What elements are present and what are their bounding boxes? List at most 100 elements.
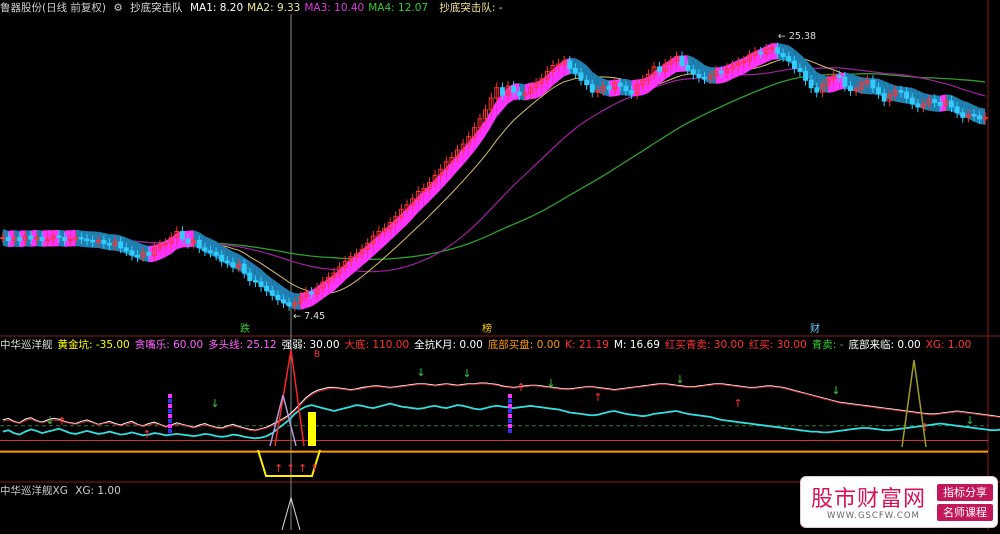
ribbon-segment (614, 78, 621, 97)
buy-arrow: ↑ (516, 381, 525, 394)
ribbon-segment (53, 229, 59, 247)
candle-body (617, 82, 623, 87)
bowl-arrow: ↑ (298, 462, 307, 475)
candle-body (836, 75, 842, 78)
candle-body (629, 90, 634, 95)
candle-body (904, 91, 909, 99)
indicator-name[interactable]: 抄底突击队 (130, 2, 183, 14)
indicator-panel: B↑ ↑ ↑ ↑↑↑↑↑ ↑↑↓↓↓ ↓↓ ↓↓↓ (0, 349, 1000, 477)
candle-body (578, 72, 584, 81)
candle-body (718, 70, 724, 74)
chart-stage: ← 25.38 ← 7.45 跌榜财 B ↑ ↑ ↑ ↑ ↑ ↑ ↑ ↑ ↑ ↑ ↓ ↓ ↓ ↓ ↓ ↓ ↓ ↓ 鲁器股… (0, 0, 1000, 531)
candle-body (241, 263, 247, 274)
stock-name[interactable]: 鲁器股份(日线 前复权) (0, 2, 106, 14)
ribbon-segment (766, 43, 772, 63)
ribbon-segment (704, 65, 711, 84)
xg-value: XG: 1.00 (75, 485, 121, 497)
watermark-title: 股市财富网 (811, 487, 927, 512)
signal-bar-yellow (308, 412, 316, 446)
ribbon-segment (474, 127, 480, 152)
signal-bar (168, 424, 172, 428)
ribbon-segment (440, 167, 447, 190)
price-low-label: ← 7.45 (293, 311, 325, 322)
candle-body (196, 239, 202, 249)
candle-body (219, 254, 225, 262)
candle-body (90, 239, 96, 243)
ribbon-segment (317, 282, 323, 303)
candle-body (281, 299, 286, 304)
candle-body (589, 84, 595, 93)
indicator-line-2 (2, 402, 1000, 440)
candle-body (971, 113, 977, 117)
ribbon-segment (373, 234, 379, 256)
xg-header: 中华巡洋舰XG XG: 1.00 (0, 483, 125, 499)
candle-body (135, 254, 141, 258)
bowl-arrow: ↑ (274, 462, 283, 475)
candle-body (185, 238, 191, 244)
ribbon-segment (384, 224, 391, 246)
candle-body (786, 56, 792, 62)
gear-icon[interactable]: ⚙ (113, 2, 122, 14)
ribbon-segment (524, 82, 531, 101)
candle-body (500, 87, 505, 96)
candle-body (269, 290, 275, 296)
candle-body (960, 112, 966, 118)
ribbon-segment (822, 75, 828, 93)
ind-value-3: 多头线: 25.12 (208, 339, 277, 351)
indicator-header: 中华巡洋舰 黄金坑: -35.00 贪嘴乐: 60.00 多头线: 25.12 强弱: … (0, 337, 976, 353)
signal-bar (168, 399, 172, 403)
candle-body (208, 250, 213, 253)
ribbon-segment (165, 237, 172, 257)
signal-bar (168, 394, 172, 398)
candle-body (780, 53, 786, 58)
sell-arrow: ↓ (462, 367, 471, 380)
candle-body (870, 79, 876, 89)
candle-body (56, 235, 62, 238)
candle-body (679, 56, 685, 66)
ind-value-8: K: 21.19 (565, 339, 609, 351)
ribbon-segment (294, 293, 301, 310)
signal-bar (168, 414, 172, 418)
watermark-url: WWW.GSCFW.COM (827, 511, 920, 521)
ind-value-14: XG: 1.00 (925, 339, 972, 351)
ribbon-segment (895, 85, 901, 103)
candle-body (230, 262, 236, 268)
candle-body (180, 231, 185, 240)
sell-arrow: ↓ (831, 384, 840, 397)
ribbon-segment (412, 196, 419, 219)
candle-body (101, 239, 107, 244)
candle-body (937, 102, 943, 106)
candle-body (62, 237, 67, 241)
ribbon-segment (485, 110, 492, 136)
signal-bar (168, 409, 172, 413)
ind-value-10: 红买青卖: 30.00 (664, 339, 744, 351)
candle-body (775, 47, 780, 55)
candle-body (696, 73, 702, 78)
ribbon-segment (889, 83, 896, 102)
ma-value-1: MA1: 8.20 (189, 2, 244, 14)
sell-arrow: ↓ (210, 397, 219, 410)
signal-bar (168, 429, 172, 433)
candle-body (247, 272, 253, 282)
ribbon-segment (552, 64, 559, 86)
signal-bar (168, 419, 172, 423)
ribbon-segment (356, 249, 363, 271)
xg-name[interactable]: 中华巡洋舰XG (0, 485, 68, 497)
ma-values: MA1: 8.20 MA2: 9.33 MA3: 10.40 MA4: 12.07 (190, 2, 432, 14)
ribbon-segment (923, 92, 930, 111)
candle-body (606, 85, 612, 90)
candle-body (814, 87, 820, 93)
ribbon-segment (92, 231, 99, 248)
candle-body (657, 66, 662, 72)
ribbon-segment (743, 54, 750, 75)
ma-value-2: MA2: 9.33 (247, 2, 301, 14)
candle-body (690, 69, 696, 75)
ribbon-segment (362, 244, 368, 266)
ribbon-segment (547, 69, 553, 92)
ribbon-segment (468, 135, 475, 159)
sell-arrow: ↓ (416, 366, 425, 379)
candle-body (876, 87, 881, 95)
candle-body (915, 103, 921, 108)
buy-arrow: ↑ (920, 421, 929, 434)
sell-arrow: ↓ (675, 373, 684, 386)
